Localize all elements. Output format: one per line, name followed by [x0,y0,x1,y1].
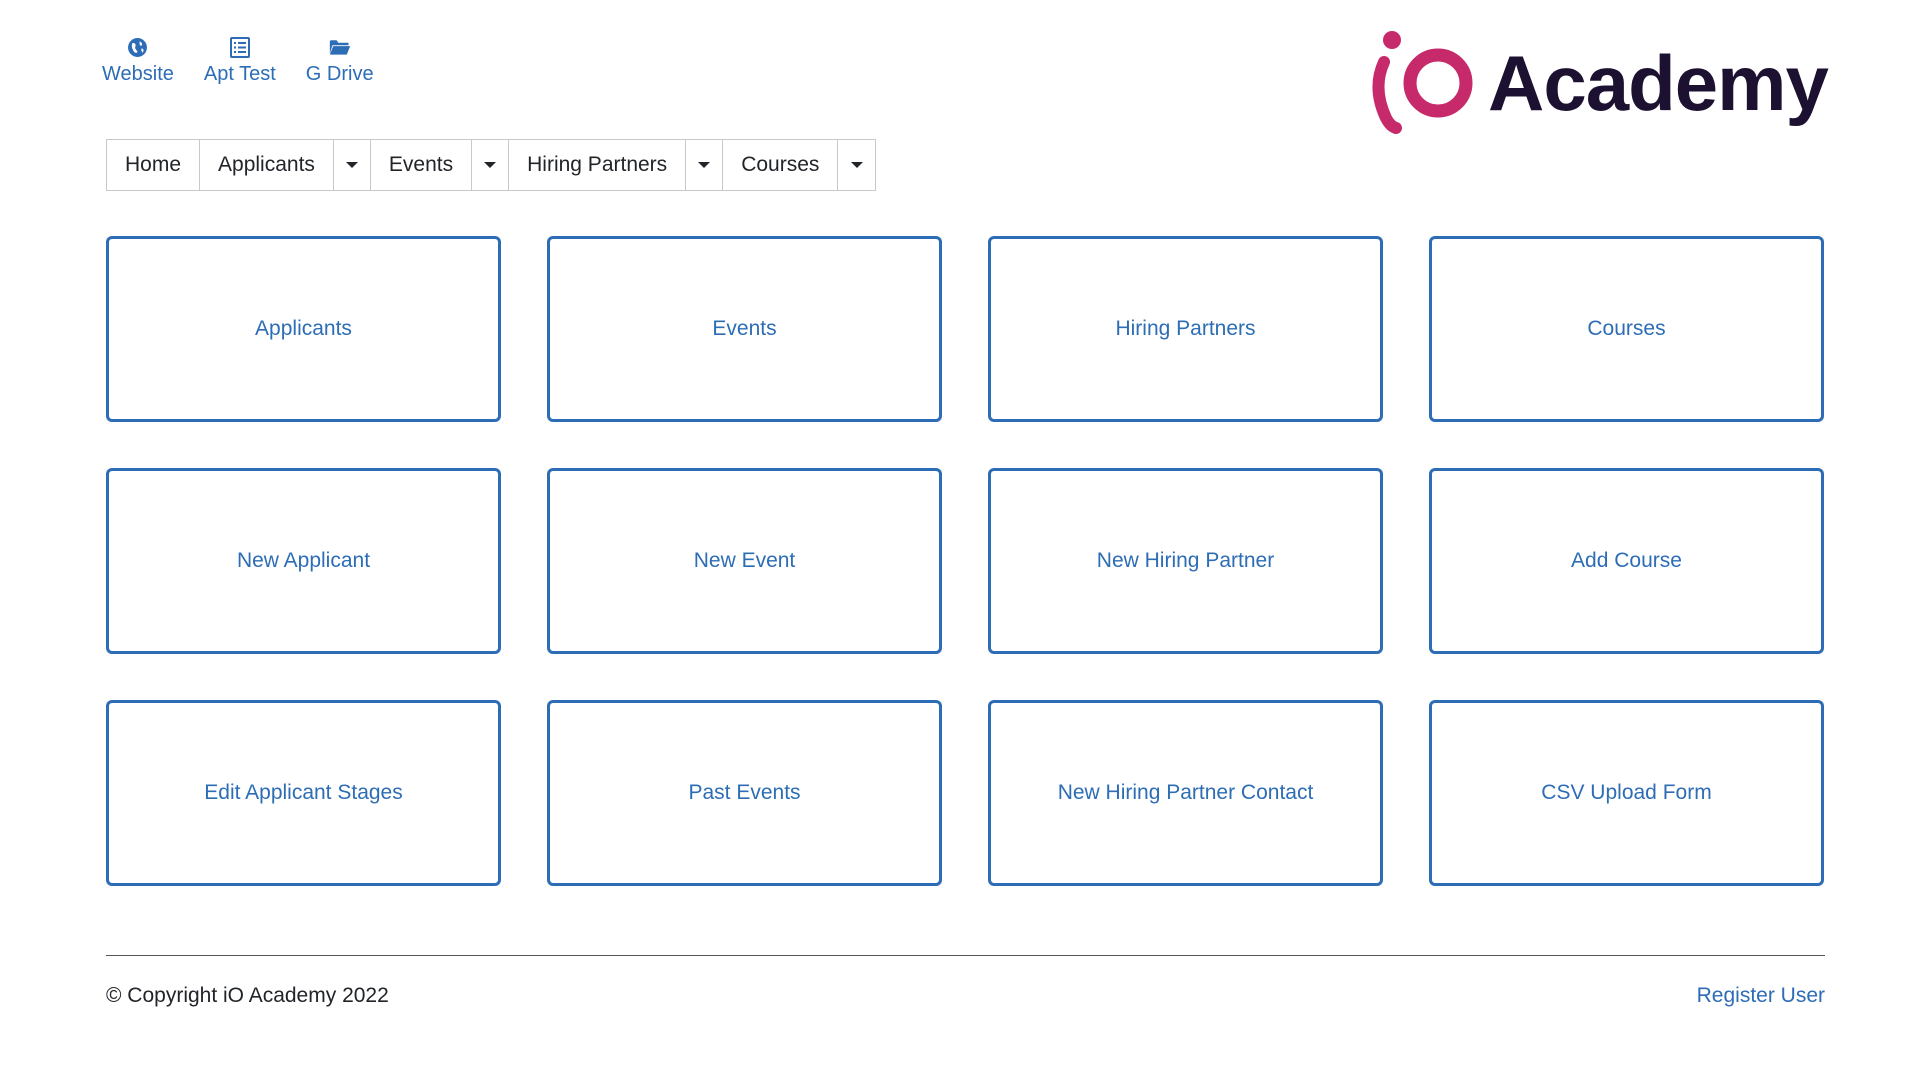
card-new-hiring-partner-contact[interactable]: New Hiring Partner Contact [988,700,1383,886]
folder-open-icon [329,36,351,58]
quick-links: Website Apt Test G Drive [102,36,374,86]
website-label: Website [102,63,174,85]
card-events[interactable]: Events [547,236,942,422]
caret-down-icon [850,162,863,168]
card-hiring-partners[interactable]: Hiring Partners [988,236,1383,422]
card-applicants[interactable]: Applicants [106,236,501,422]
list-icon [229,36,251,58]
nav-courses[interactable]: Courses [723,140,839,190]
io-logo-mark [1372,31,1473,134]
card-new-applicant[interactable]: New Applicant [106,468,501,654]
apt-test-link[interactable]: Apt Test [204,36,276,86]
card-csv-upload-form[interactable]: CSV Upload Form [1429,700,1824,886]
nav-home[interactable]: Home [107,140,201,190]
card-edit-applicant-stages[interactable]: Edit Applicant Stages [106,700,501,886]
website-link[interactable]: Website [102,36,174,86]
card-past-events[interactable]: Past Events [547,700,942,886]
card-new-hiring-partner[interactable]: New Hiring Partner [988,468,1383,654]
io-academy-logo: Academy [1370,28,1829,138]
copyright-text: © Copyright iO Academy 2022 [106,984,389,1007]
logo-text: Academy [1488,39,1829,127]
nav-events[interactable]: Events [371,140,473,190]
events-dropdown-toggle[interactable] [472,140,510,190]
caret-down-icon [484,162,497,168]
apt-test-label: Apt Test [203,63,276,85]
g-drive-label: G Drive [305,63,374,85]
courses-dropdown-toggle[interactable] [838,140,875,190]
card-new-event[interactable]: New Event [547,468,942,654]
footer-divider [106,955,1825,956]
caret-down-icon [345,162,358,168]
nav-applicants[interactable]: Applicants [200,140,334,190]
register-user-link[interactable]: Register User [1697,984,1825,1008]
main-navbar: Home Applicants Events Hiring Partners C… [106,139,877,191]
g-drive-link[interactable]: G Drive [306,36,374,86]
applicants-dropdown-toggle[interactable] [334,140,371,190]
card-courses[interactable]: Courses [1429,236,1824,422]
nav-hiring-partners[interactable]: Hiring Partners [509,140,687,190]
hiring-partners-dropdown-toggle[interactable] [686,140,724,190]
globe-icon [127,36,149,58]
card-add-course[interactable]: Add Course [1429,468,1824,654]
dashboard-card-grid: Applicants Events Hiring Partners Course… [106,236,1824,886]
caret-down-icon [698,162,711,168]
